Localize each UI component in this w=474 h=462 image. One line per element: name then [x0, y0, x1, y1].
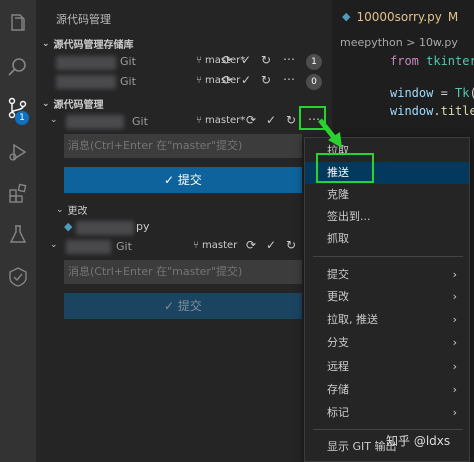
- commit-message-input[interactable]: [64, 260, 302, 284]
- run-debug-icon[interactable]: [6, 140, 30, 164]
- more-actions-menu: 拉取 推送 克隆 签出到... 抓取 提交 › 更改 › 拉取, 推送 › 分支 › 远…: [304, 137, 470, 462]
- submenu-remote[interactable]: 远程 ›: [305, 356, 469, 378]
- menu-item-checkout[interactable]: 签出到...: [305, 206, 469, 228]
- file-name-redacted: [76, 221, 134, 235]
- branch-icon: ⑂: [196, 75, 202, 86]
- python-file-icon: ◆: [64, 220, 73, 233]
- repo-provider-label: Git: [120, 55, 136, 68]
- repo-name-redacted: [66, 115, 124, 129]
- python-file-icon: ◆: [342, 10, 351, 23]
- editor-tab[interactable]: ◆ 10000sorry.py M: [332, 0, 458, 33]
- changes-count: 0: [306, 74, 322, 90]
- branch-status[interactable]: ⑂ master*: [196, 115, 245, 126]
- menu-separator: [313, 256, 463, 257]
- repo-provider-label: Git: [116, 240, 132, 253]
- chevron-right-icon: ›: [452, 360, 457, 373]
- commit-check-icon[interactable]: ✓: [241, 53, 251, 67]
- changes-header[interactable]: ⌄ 更改: [56, 202, 88, 218]
- branch-icon: ⑂: [196, 55, 202, 66]
- commit-check-icon[interactable]: ✓: [266, 113, 276, 127]
- refresh-icon[interactable]: ↻: [261, 73, 271, 87]
- chevron-right-icon: ›: [452, 336, 457, 349]
- repo-name-redacted: [56, 56, 116, 70]
- chevron-down-icon: ⌄: [56, 204, 64, 215]
- chevron-down-icon: ⌄: [42, 38, 50, 49]
- scm-count-badge: 1: [15, 111, 29, 125]
- submenu-commit[interactable]: 提交 ›: [305, 264, 469, 286]
- search-icon[interactable]: [6, 55, 30, 79]
- more-actions-icon[interactable]: ⋯: [283, 52, 295, 66]
- submenu-tags[interactable]: 标记 ›: [305, 402, 469, 424]
- testing-icon[interactable]: [6, 223, 30, 247]
- remote-explorer-icon[interactable]: [6, 265, 30, 289]
- repo-provider-label: Git: [120, 75, 136, 88]
- submenu-pull-push[interactable]: 拉取, 推送 ›: [305, 309, 469, 331]
- chevron-right-icon: ›: [452, 268, 457, 281]
- branch-status[interactable]: ⑂ master: [193, 240, 237, 251]
- menu-item-clone[interactable]: 克隆: [305, 184, 469, 206]
- annotation-arrow-icon: [318, 118, 342, 148]
- branch-icon: ⑂: [196, 115, 202, 126]
- chevron-right-icon: ›: [452, 383, 457, 396]
- refresh-icon[interactable]: ↻: [286, 238, 296, 252]
- modified-indicator: M: [447, 9, 459, 24]
- check-icon: ✓: [164, 173, 178, 187]
- activity-bar: 1: [0, 0, 36, 462]
- chevron-right-icon: ›: [452, 406, 457, 419]
- submenu-stash[interactable]: 存储 ›: [305, 379, 469, 401]
- scm-section-header[interactable]: ⌄ 源代码管理: [42, 96, 104, 112]
- changes-count: 1: [306, 54, 322, 70]
- repo-provider-label: Git: [132, 115, 148, 128]
- code-line: window = Tk(): [390, 86, 474, 100]
- sync-icon[interactable]: ⟳: [246, 113, 256, 127]
- submenu-branch[interactable]: 分支 ›: [305, 332, 469, 354]
- explorer-icon[interactable]: [6, 12, 30, 36]
- menu-item-fetch[interactable]: 抓取: [305, 228, 469, 250]
- chevron-down-icon: ⌄: [42, 98, 50, 109]
- menu-separator: [313, 429, 463, 430]
- chevron-right-icon: ›: [452, 290, 457, 303]
- code-line: from tkinter i: [390, 54, 474, 68]
- sidebar-title: 源代码管理: [56, 13, 111, 26]
- sync-icon[interactable]: ⟳: [246, 238, 256, 252]
- chevron-down-icon[interactable]: ⌄: [50, 115, 58, 125]
- sync-icon[interactable]: ⟳: [222, 53, 232, 67]
- repos-section-header[interactable]: ⌄ 源代码管理存储库: [42, 36, 134, 52]
- refresh-icon[interactable]: ↻: [286, 113, 296, 127]
- commit-check-icon[interactable]: ✓: [241, 73, 251, 87]
- submenu-changes[interactable]: 更改 ›: [305, 286, 469, 308]
- branch-status[interactable]: ⑂ master*: [196, 55, 245, 66]
- code-line: window.title(: [390, 104, 474, 118]
- check-icon: ✓: [164, 299, 178, 313]
- watermark: 知乎 @ldxs: [386, 434, 451, 448]
- repo-name-redacted: [66, 240, 111, 254]
- commit-message-input[interactable]: [64, 134, 302, 158]
- chevron-down-icon[interactable]: ⌄: [50, 240, 58, 250]
- sync-icon[interactable]: ⟳: [222, 73, 232, 87]
- refresh-icon[interactable]: ↻: [261, 53, 271, 67]
- commit-check-icon[interactable]: ✓: [266, 238, 276, 252]
- branch-icon: ⑂: [193, 240, 199, 251]
- editor-tab-bar: ◆ 10000sorry.py M: [332, 0, 474, 33]
- commit-button[interactable]: ✓ 提交: [64, 293, 302, 319]
- extensions-icon[interactable]: [6, 181, 30, 205]
- more-actions-icon[interactable]: ⋯: [283, 72, 295, 86]
- chevron-right-icon: ›: [452, 313, 457, 326]
- changed-file-label[interactable]: py: [136, 220, 150, 233]
- scm-sidebar: 源代码管理 ⌄ 源代码管理存储库 Git ⑂ master* ⟳ ✓ ↻ ⋯ 1 …: [36, 0, 332, 462]
- branch-status[interactable]: ⑂ master: [196, 75, 240, 86]
- repo-name-redacted: [56, 75, 116, 89]
- breadcrumb[interactable]: meepython > 10w.py: [340, 36, 458, 49]
- commit-button[interactable]: ✓ 提交: [64, 167, 302, 193]
